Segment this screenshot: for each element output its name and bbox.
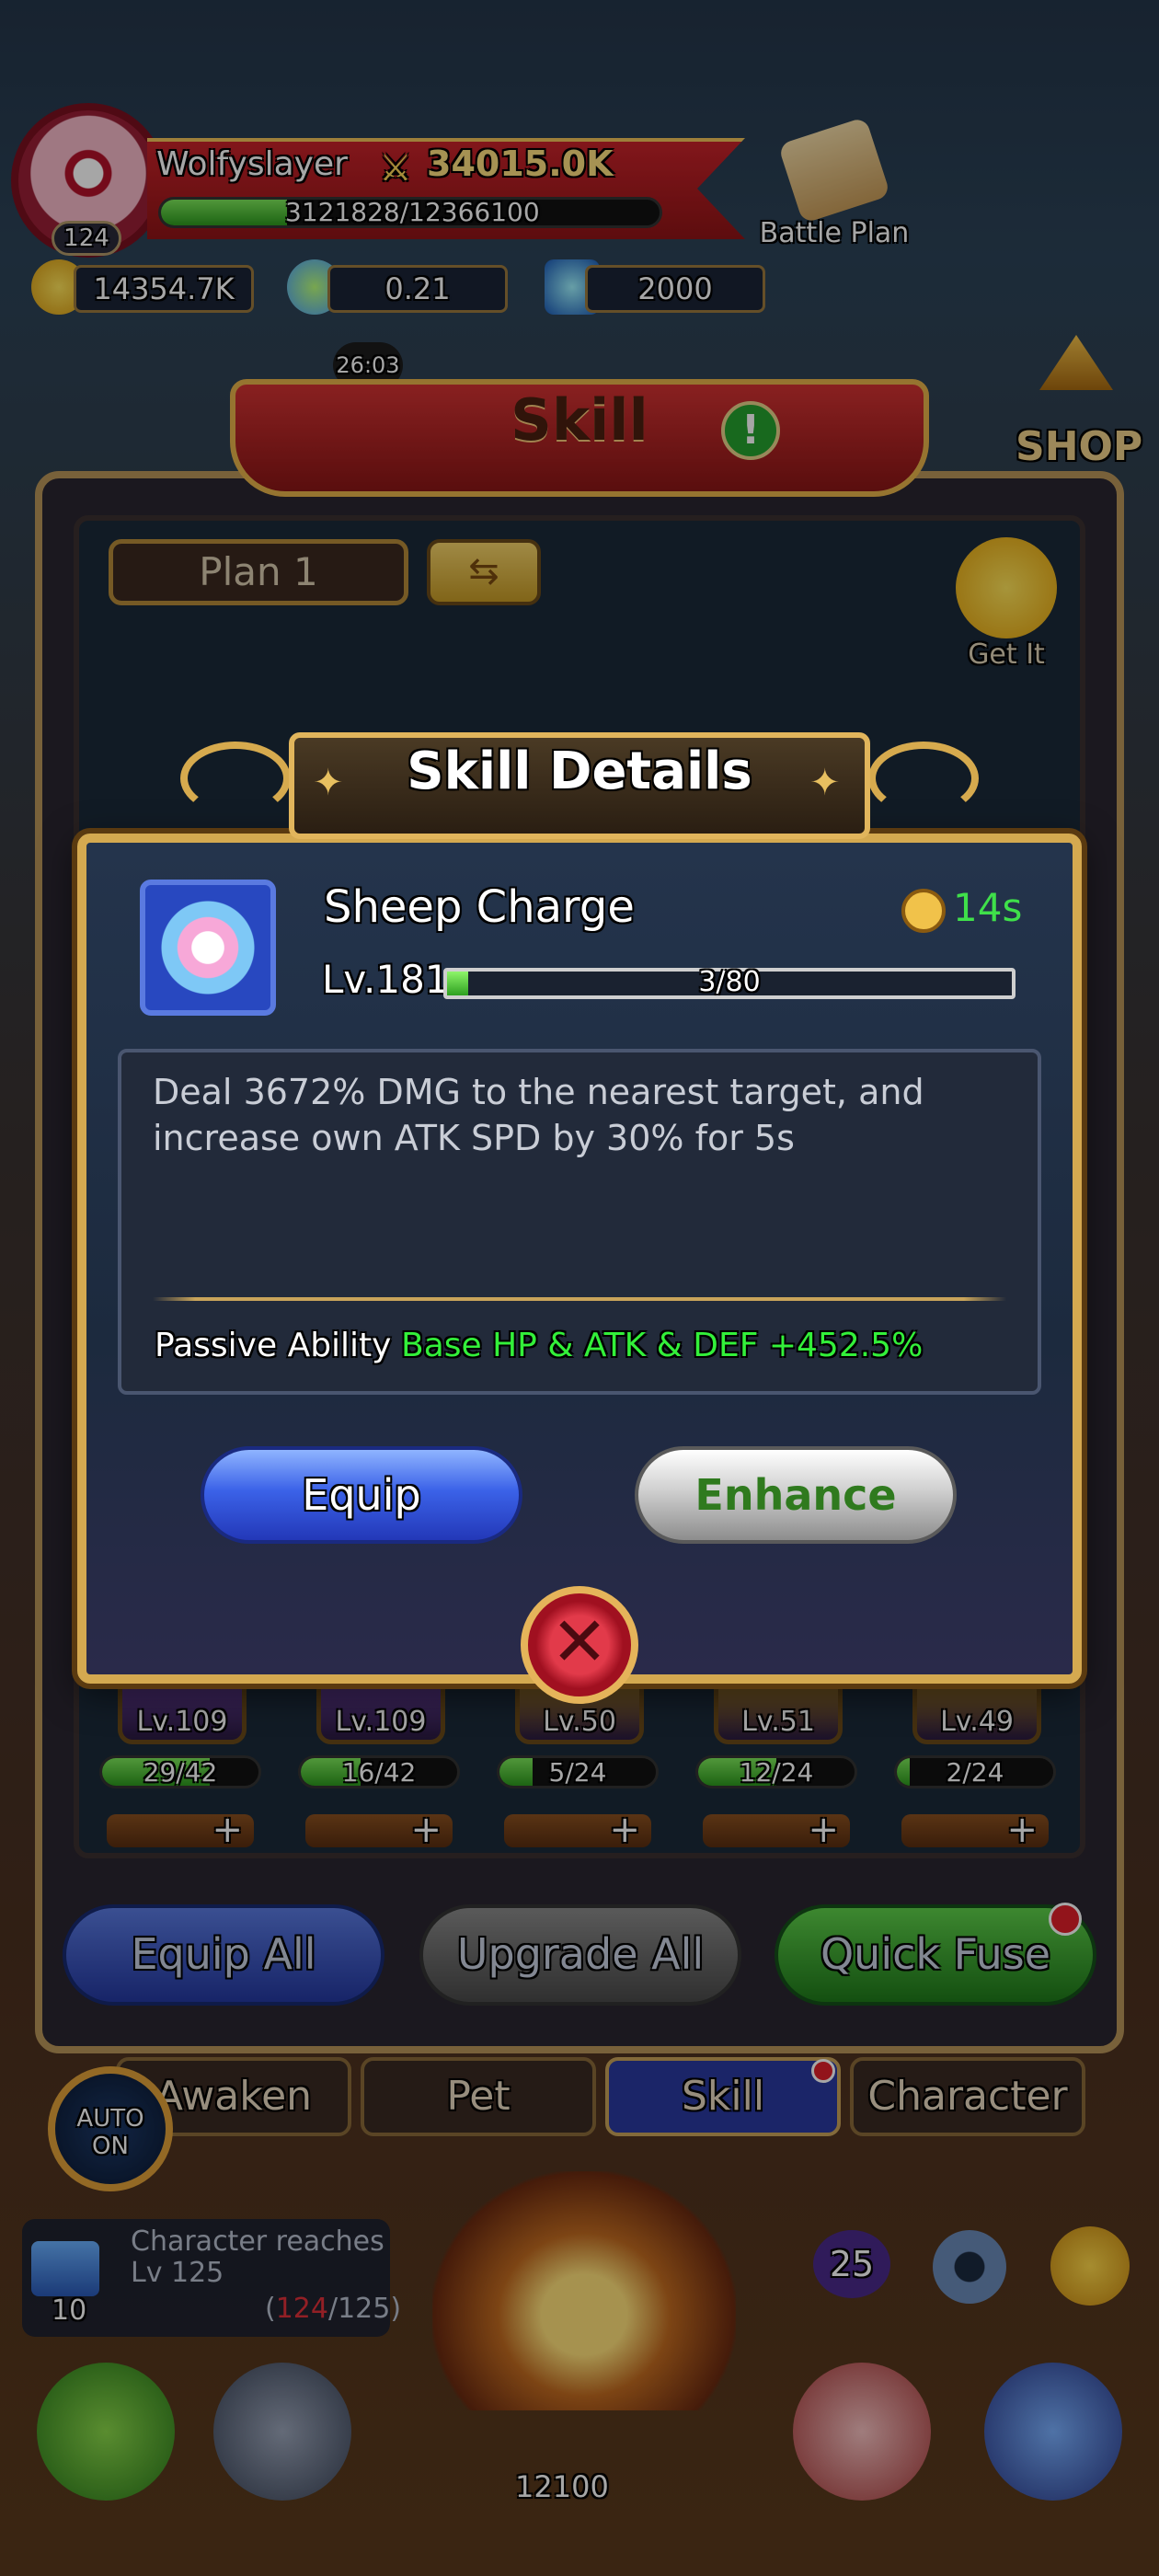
passive-value: Base HP & ATK & DEF +452.5% — [401, 1327, 924, 1364]
right-ornament — [868, 742, 979, 815]
skill-level-progress: 3/80 — [698, 966, 761, 998]
modal-title: Skill Details — [407, 742, 752, 801]
skill-name: Sheep Charge — [324, 881, 635, 933]
skill-level: Lv.181 — [322, 957, 450, 1002]
skill-description: Deal 3672% DMG to the nearest target, an… — [153, 1072, 924, 1158]
sheep-skill-icon — [140, 880, 276, 1016]
close-x-icon[interactable]: ✕ — [521, 1586, 638, 1704]
cooldown-time: 14s — [953, 885, 1023, 930]
passive-label: Passive Ability : — [155, 1327, 414, 1364]
clock-icon — [901, 889, 946, 933]
left-ornament — [180, 742, 291, 815]
enhance-button[interactable]: Enhance — [635, 1446, 957, 1544]
divider — [153, 1297, 1006, 1301]
equip-button[interactable]: Equip — [201, 1446, 522, 1544]
